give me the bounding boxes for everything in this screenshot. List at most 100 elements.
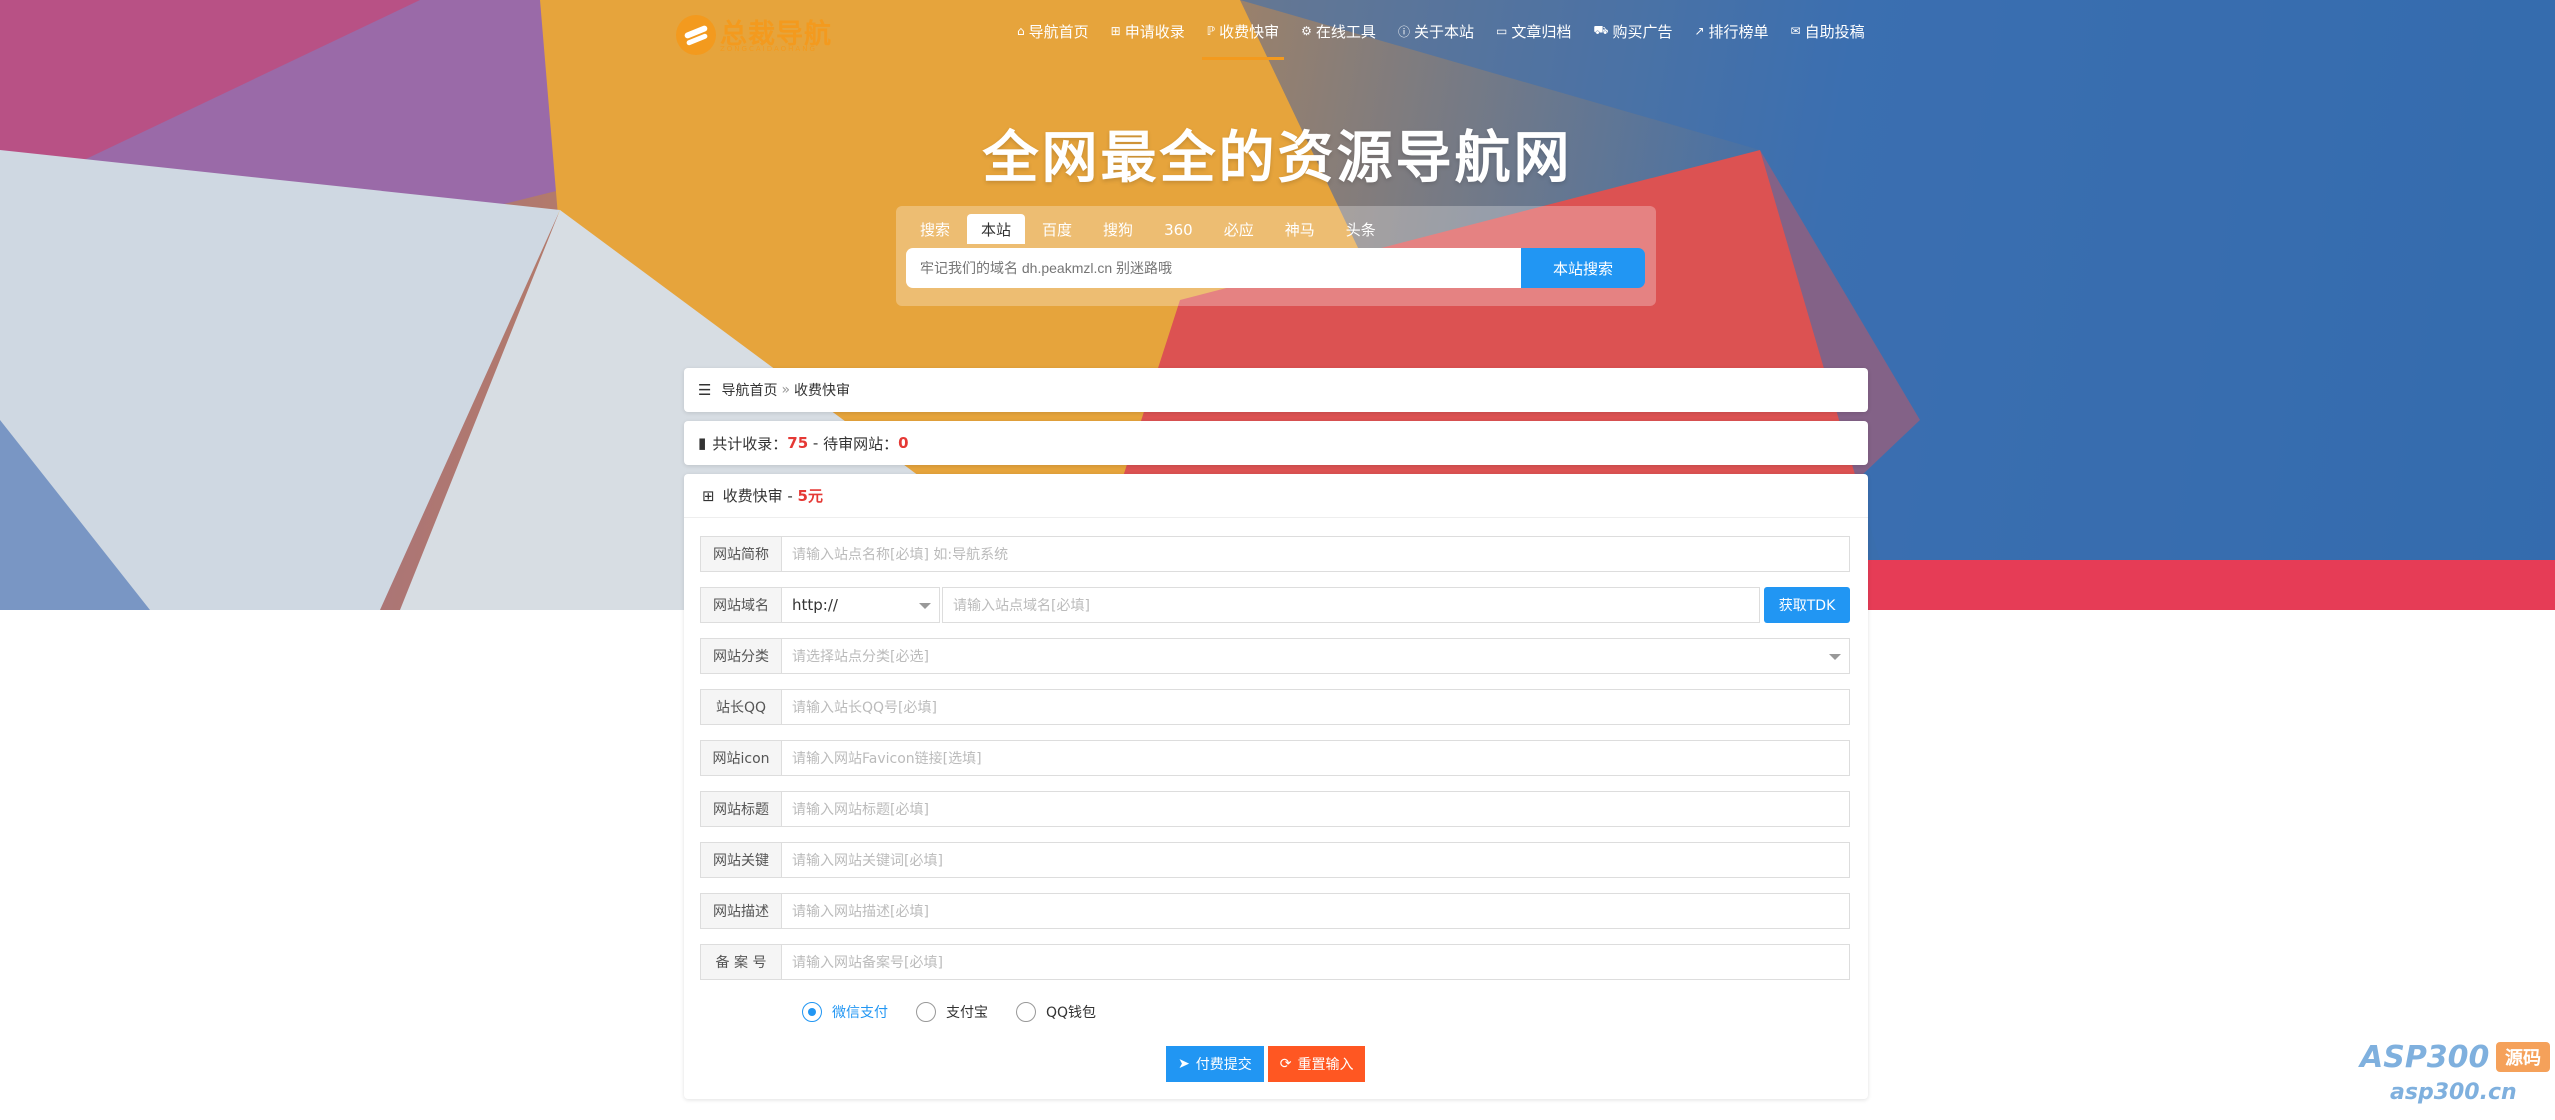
field-icon: 网站icon 请输入网站Favicon链接[选填] — [700, 740, 1850, 776]
get-tdk-button[interactable]: 获取TDK — [1764, 587, 1850, 623]
hero-title: 全网最全的资源导航网 — [982, 126, 1573, 191]
search-engine-tabs: 搜索 本站 百度 搜狗 360 必应 神马 头条 — [906, 214, 1393, 244]
nav-item-4[interactable]: ⓘ 关于本站 — [1387, 0, 1485, 62]
nav-item-label: 文章归档 — [1511, 22, 1572, 41]
nav-item-1[interactable]: ⊞ 申请收录 — [1100, 0, 1196, 62]
plus-square-icon: ⊞ — [1110, 24, 1121, 38]
send-icon: ➤ — [1178, 1056, 1190, 1072]
home-icon: ⌂ — [1017, 24, 1025, 38]
protocol-value: http:// — [792, 596, 838, 614]
field-label: 站长QQ — [700, 689, 782, 725]
nav-item-label: 申请收录 — [1124, 22, 1185, 41]
top-nav: 总裁导航 ZONGCAIDAOHANG ⌂ 导航首页 ⊞ 申请收录 ℙ 收费快审 ⚙ 在线工具… — [0, 0, 2555, 62]
field-label: 网站域名 — [700, 587, 782, 623]
fast-review-form: ⊞ 收费快审 - 5元 网站简称 请输入站点名称[必填] 如:导航系统 网站域名… — [684, 474, 1868, 1099]
payment-option-0[interactable]: 微信支付 — [802, 1002, 888, 1022]
payment-option-label: QQ钱包 — [1046, 1005, 1097, 1021]
cogs-icon: ⚙ — [1301, 24, 1312, 38]
payment-option-1[interactable]: 支付宝 — [916, 1002, 988, 1022]
payment-options: 微信支付 支付宝 QQ钱包 — [802, 1002, 1124, 1022]
nav-item-label: 在线工具 — [1315, 22, 1376, 41]
nav-item-0[interactable]: ⌂ 导航首页 — [1006, 0, 1100, 62]
field-qq: 站长QQ 请输入站长QQ号[必填] — [700, 689, 1850, 725]
site-logo[interactable]: 总裁导航 ZONGCAIDAOHANG — [676, 14, 832, 56]
radio-icon — [802, 1002, 822, 1022]
keywords-input[interactable]: 请输入网站关键词[必填] — [782, 842, 1850, 878]
form-price: 5元 — [797, 487, 823, 505]
field-label: 网站描述 — [700, 893, 782, 929]
plus-square-icon: ⊞ — [702, 486, 715, 505]
protocol-select[interactable]: http:// — [782, 587, 940, 623]
nav-menu: ⌂ 导航首页 ⊞ 申请收录 ℙ 收费快审 ⚙ 在线工具 ⓘ 关于本站 ▭ 文章归档 ⛟ 购买广告 ↗ 排行榜单… — [1006, 0, 1876, 62]
reset-label: 重置输入 — [1297, 1057, 1354, 1073]
field-site-name: 网站简称 请输入站点名称[必填] 如:导航系统 — [700, 536, 1850, 572]
bookmark-icon: ▮ — [698, 434, 707, 452]
field-label: 备 案 号 — [700, 944, 782, 980]
form-title: ⊞ 收费快审 - 5元 — [684, 474, 1868, 518]
search-tab-2[interactable]: 百度 — [1028, 214, 1086, 244]
nav-item-6[interactable]: ⛟ 购买广告 — [1582, 0, 1683, 62]
search-tab-4[interactable]: 360 — [1150, 214, 1207, 244]
radio-icon — [916, 1002, 936, 1022]
search-box: 搜索本站百度搜狗360必应神马头条 本站搜索 — [896, 206, 1656, 306]
form-title-text: 收费快审 - — [722, 487, 798, 505]
field-icp: 备 案 号 请输入网站备案号[必填] — [700, 944, 1850, 980]
paypal-icon: ℙ — [1206, 24, 1216, 38]
search-tab-0[interactable]: 搜索 — [906, 214, 964, 244]
site-name-input[interactable]: 请输入站点名称[必填] 如:导航系统 — [782, 536, 1850, 572]
sliders-icon: ☰ — [698, 381, 712, 399]
watermark-url: asp300.cn — [2390, 1080, 2517, 1105]
form-actions: ➤ 付费提交 ⟳ 重置输入 — [1166, 1046, 1369, 1082]
pending-label: 待审网站： — [823, 434, 899, 453]
search-input[interactable] — [906, 248, 1524, 288]
line-chart-icon: ↗ — [1694, 24, 1705, 38]
nav-item-label: 导航首页 — [1028, 22, 1089, 41]
info-circle-icon: ⓘ — [1397, 24, 1410, 39]
field-label: 网站简称 — [700, 536, 782, 572]
nav-item-2[interactable]: ℙ 收费快审 — [1196, 0, 1290, 62]
field-title: 网站标题 请输入网站标题[必填] — [700, 791, 1850, 827]
payment-option-2[interactable]: QQ钱包 — [1016, 1002, 1096, 1022]
nav-item-7[interactable]: ↗ 排行榜单 — [1683, 0, 1779, 62]
field-label: 网站标题 — [700, 791, 782, 827]
search-tab-3[interactable]: 搜狗 — [1089, 214, 1147, 244]
stats-separator: - — [808, 434, 824, 452]
icp-input[interactable]: 请输入网站备案号[必填] — [782, 944, 1850, 980]
description-input[interactable]: 请输入网站描述[必填] — [782, 893, 1850, 929]
category-select[interactable]: 请选择站点分类[必选] — [782, 638, 1850, 674]
site-domain-input[interactable]: 请输入站点域名[必填] — [942, 587, 1760, 623]
payment-option-label: 微信支付 — [832, 1005, 888, 1021]
payment-option-label: 支付宝 — [946, 1005, 988, 1021]
favicon-input[interactable]: 请输入网站Favicon链接[选填] — [782, 740, 1850, 776]
breadcrumb-home[interactable]: 导航首页 — [721, 380, 777, 400]
watermark: ASP300 源码 asp300.cn — [2360, 1040, 2550, 1116]
logo-subtitle: ZONGCAIDAOHANG — [720, 45, 817, 53]
field-label: 网站icon — [700, 740, 782, 776]
nav-item-label: 关于本站 — [1413, 22, 1474, 41]
search-tab-6[interactable]: 神马 — [1271, 214, 1329, 244]
chevron-down-icon — [919, 603, 931, 609]
site-title-input[interactable]: 请输入网站标题[必填] — [782, 791, 1850, 827]
submit-button[interactable]: ➤ 付费提交 — [1166, 1046, 1264, 1082]
nav-item-label: 购买广告 — [1612, 22, 1673, 41]
field-category: 网站分类 请选择站点分类[必选] — [700, 638, 1850, 674]
nav-item-3[interactable]: ⚙ 在线工具 — [1290, 0, 1387, 62]
refresh-icon: ⟳ — [1279, 1056, 1292, 1072]
nav-item-label: 自助投稿 — [1804, 22, 1865, 41]
search-tab-1[interactable]: 本站 — [967, 214, 1026, 244]
search-tab-7[interactable]: 头条 — [1332, 214, 1390, 244]
breadcrumb-current: 收费快审 — [794, 383, 851, 399]
nav-item-8[interactable]: ✉ 自助投稿 — [1780, 0, 1876, 62]
field-site-domain: 网站域名 http:// 请输入站点域名[必填] 获取TDK — [700, 587, 1850, 623]
search-tab-5[interactable]: 必应 — [1210, 214, 1268, 244]
field-keywords: 网站关键 请输入网站关键词[必填] — [700, 842, 1850, 878]
total-count: 75 — [787, 434, 809, 452]
watermark-brand: ASP300 — [2360, 1040, 2490, 1075]
qq-input[interactable]: 请输入站长QQ号[必填] — [782, 689, 1850, 725]
reset-button[interactable]: ⟳ 重置输入 — [1267, 1046, 1366, 1082]
shopping-cart-icon: ⛟ — [1593, 23, 1609, 37]
submit-label: 付费提交 — [1195, 1057, 1252, 1073]
nav-item-5[interactable]: ▭ 文章归档 — [1485, 0, 1582, 62]
search-button[interactable]: 本站搜索 — [1521, 248, 1645, 288]
category-placeholder: 请选择站点分类[必选] — [792, 649, 929, 665]
